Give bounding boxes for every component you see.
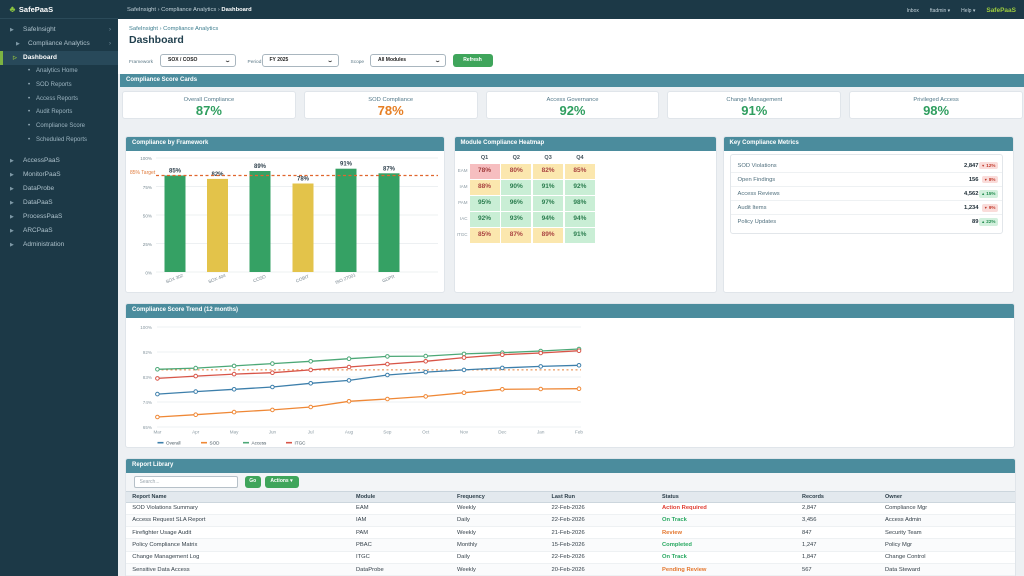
svg-text:65%: 65% xyxy=(143,425,152,430)
svg-text:83%: 83% xyxy=(143,375,152,380)
svg-text:74%: 74% xyxy=(143,400,152,405)
svg-text:SOX 404: SOX 404 xyxy=(208,272,227,284)
svg-text:Sep: Sep xyxy=(383,429,392,434)
svg-text:50%: 50% xyxy=(143,213,152,218)
svg-text:0%: 0% xyxy=(145,270,152,275)
svg-text:Oct: Oct xyxy=(422,429,430,434)
svg-text:COBIT: COBIT xyxy=(295,273,310,283)
svg-text:100%: 100% xyxy=(140,156,152,161)
svg-text:Jul: Jul xyxy=(308,429,314,434)
svg-text:100%: 100% xyxy=(140,325,152,330)
svg-text:Aug: Aug xyxy=(345,429,354,434)
svg-text:25%: 25% xyxy=(143,242,152,247)
svg-text:Jun: Jun xyxy=(269,429,277,434)
svg-text:92%: 92% xyxy=(143,350,152,355)
svg-text:SOX 302: SOX 302 xyxy=(165,272,184,284)
svg-text:May: May xyxy=(230,429,239,434)
svg-text:75%: 75% xyxy=(143,185,152,190)
svg-text:Feb: Feb xyxy=(575,429,583,434)
svg-text:COSO: COSO xyxy=(252,273,267,283)
svg-text:85%: 85% xyxy=(169,168,182,174)
svg-text:78%: 78% xyxy=(297,176,310,182)
svg-text:Apr: Apr xyxy=(192,429,200,434)
svg-text:Overall: Overall xyxy=(166,440,181,445)
svg-text:Access: Access xyxy=(252,440,268,445)
svg-text:91%: 91% xyxy=(340,161,353,167)
svg-text:Jan: Jan xyxy=(537,429,545,434)
svg-text:Dec: Dec xyxy=(498,429,507,434)
svg-text:Nov: Nov xyxy=(460,429,469,434)
svg-text:89%: 89% xyxy=(254,164,267,170)
svg-text:Mar: Mar xyxy=(153,429,161,434)
svg-text:87%: 87% xyxy=(383,166,396,172)
svg-text:85% Target: 85% Target xyxy=(130,170,156,176)
svg-text:ISO 27001: ISO 27001 xyxy=(335,272,357,285)
svg-text:GDPR: GDPR xyxy=(381,273,396,283)
svg-text:ITGC: ITGC xyxy=(295,440,307,445)
svg-text:SOD: SOD xyxy=(210,440,221,445)
